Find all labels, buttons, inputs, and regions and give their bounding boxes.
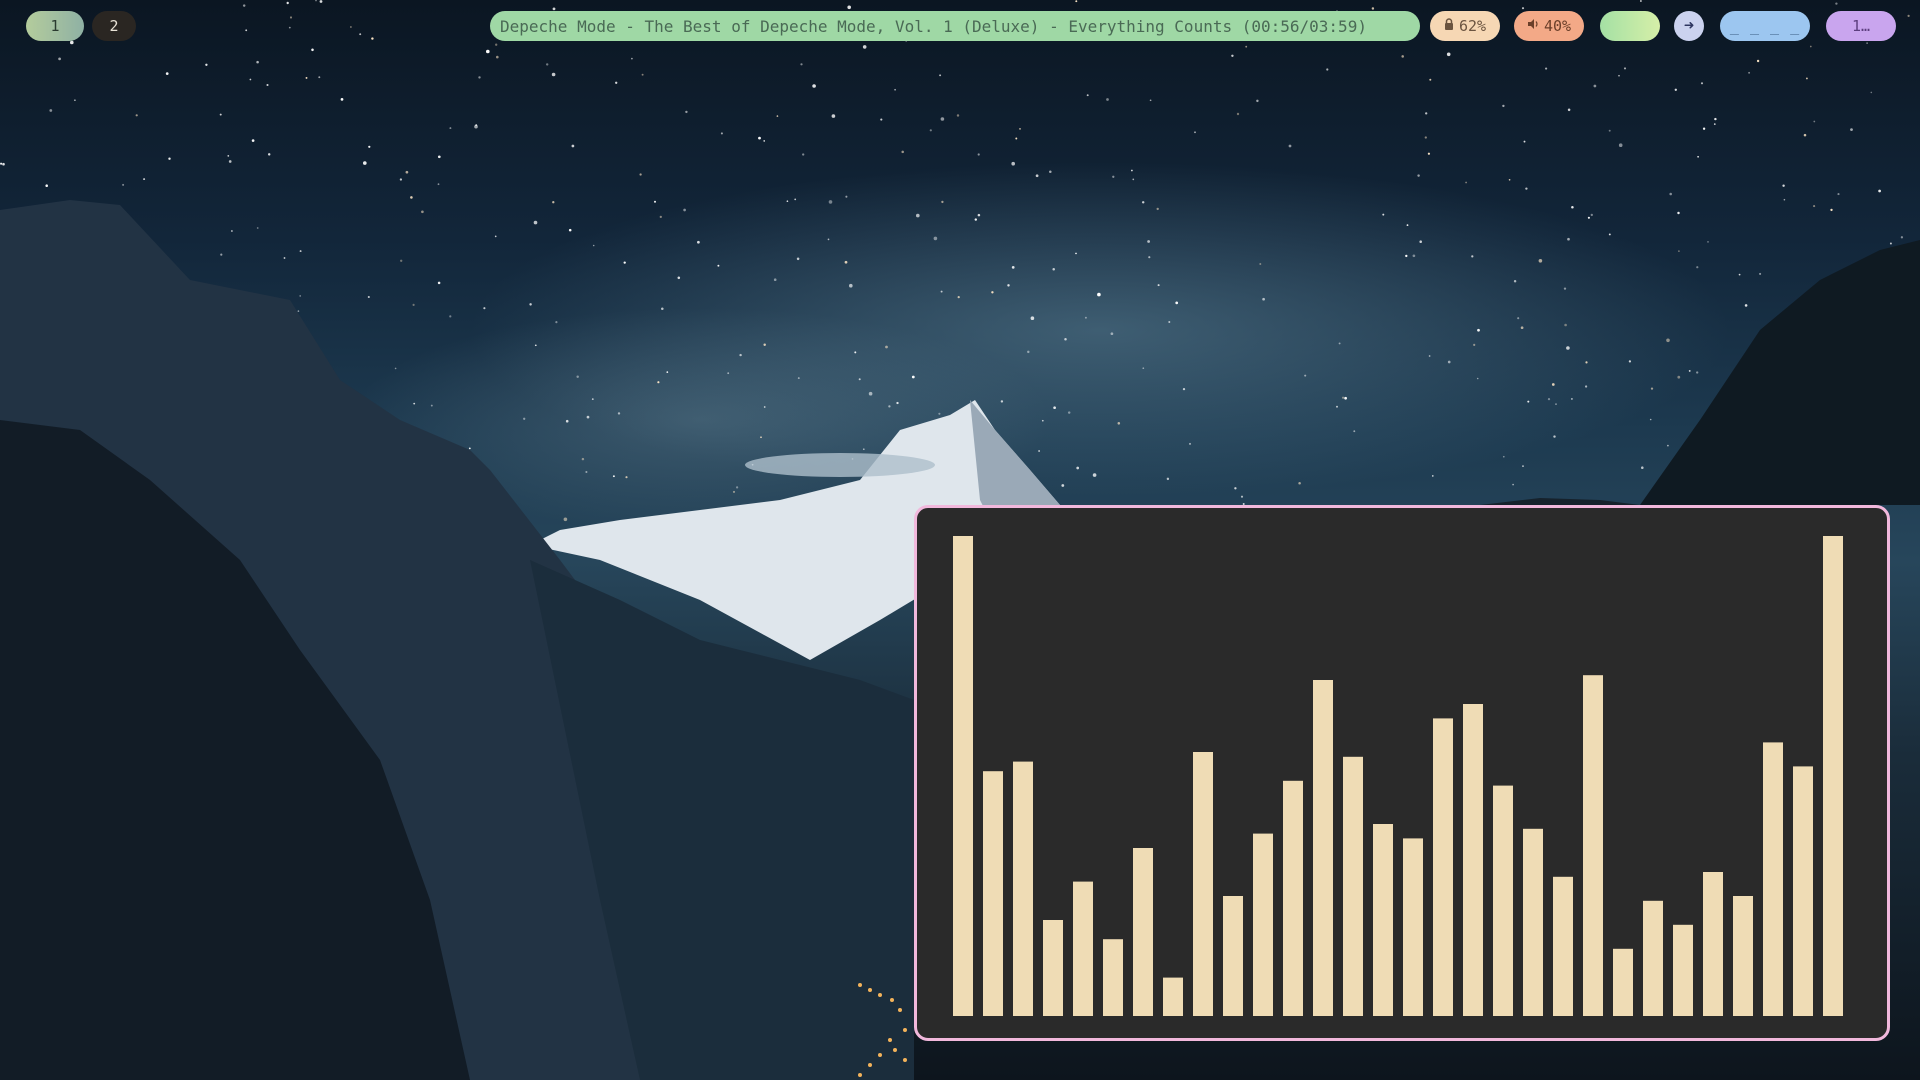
- visualizer-bar: [1043, 920, 1063, 1016]
- visualizer-bar: [1703, 872, 1723, 1016]
- visualizer-bar: [983, 771, 1003, 1016]
- volume-value: 40%: [1543, 17, 1572, 35]
- visualizer-bar: [1163, 977, 1183, 1016]
- now-playing-widget[interactable]: Depeche Mode - The Best of Depeche Mode,…: [490, 11, 1420, 41]
- right-mountain: [1640, 240, 1920, 505]
- network-widget[interactable]: _ _ _ _: [1720, 11, 1810, 41]
- workspace-1-button[interactable]: 1: [26, 11, 84, 41]
- visualizer-bar: [1313, 680, 1333, 1016]
- now-playing-text: Depeche Mode - The Best of Depeche Mode,…: [500, 16, 1367, 36]
- visualizer-bar: [953, 536, 973, 1016]
- visualizer-bar: [1253, 833, 1273, 1016]
- visualizer-bar: [1643, 900, 1663, 1016]
- visualizer-bar: [1103, 939, 1123, 1016]
- volume-widget[interactable]: 40%: [1514, 11, 1584, 41]
- arrow-right-icon: ➜: [1683, 16, 1695, 36]
- lock-icon: [1444, 18, 1454, 34]
- workspace-1-label: 1: [50, 17, 60, 35]
- visualizer-bar: [1463, 704, 1483, 1016]
- visualizer-bar: [1793, 766, 1813, 1016]
- visualizer-bar: [1133, 848, 1153, 1016]
- battery-widget[interactable]: 62%: [1430, 11, 1500, 41]
- visualizer-bar: [1733, 896, 1753, 1016]
- visualizer-bar: [1553, 876, 1573, 1016]
- visualizer-bar: [1763, 742, 1783, 1016]
- workspace-2-label: 2: [109, 17, 119, 35]
- visualizer-bar: [1283, 780, 1303, 1016]
- visualizer-bar: [1493, 785, 1513, 1016]
- network-value: _ _ _ _: [1729, 17, 1801, 35]
- visualizer-bar: [1193, 752, 1213, 1016]
- visualizer-bar: [1433, 718, 1453, 1016]
- cloud: [745, 453, 935, 477]
- status-indicator[interactable]: [1600, 11, 1660, 41]
- battery-value: 62%: [1458, 17, 1487, 35]
- visualizer-bar: [1523, 828, 1543, 1016]
- right-ridge: [1480, 498, 1640, 505]
- visualizer-bars: [953, 536, 1843, 1016]
- workspace-2-button[interactable]: 2: [92, 11, 136, 41]
- visualizer-bar: [1343, 756, 1363, 1016]
- visualizer-bar: [1373, 824, 1393, 1016]
- clock-widget[interactable]: 1…: [1826, 11, 1896, 41]
- visualizer-bar: [1583, 675, 1603, 1016]
- clock-value: 1…: [1851, 17, 1871, 35]
- audio-visualizer-window[interactable]: [914, 505, 1890, 1041]
- visualizer-bar: [1823, 536, 1843, 1016]
- visualizer-bar: [1013, 761, 1033, 1016]
- arrow-right-button[interactable]: ➜: [1674, 11, 1704, 41]
- visualizer-bar: [1073, 881, 1093, 1016]
- visualizer-bar: [1403, 838, 1423, 1016]
- visualizer-bar: [1223, 896, 1243, 1016]
- visualizer-bar: [1673, 924, 1693, 1016]
- speaker-icon: [1527, 18, 1539, 34]
- visualizer-bar: [1613, 948, 1633, 1016]
